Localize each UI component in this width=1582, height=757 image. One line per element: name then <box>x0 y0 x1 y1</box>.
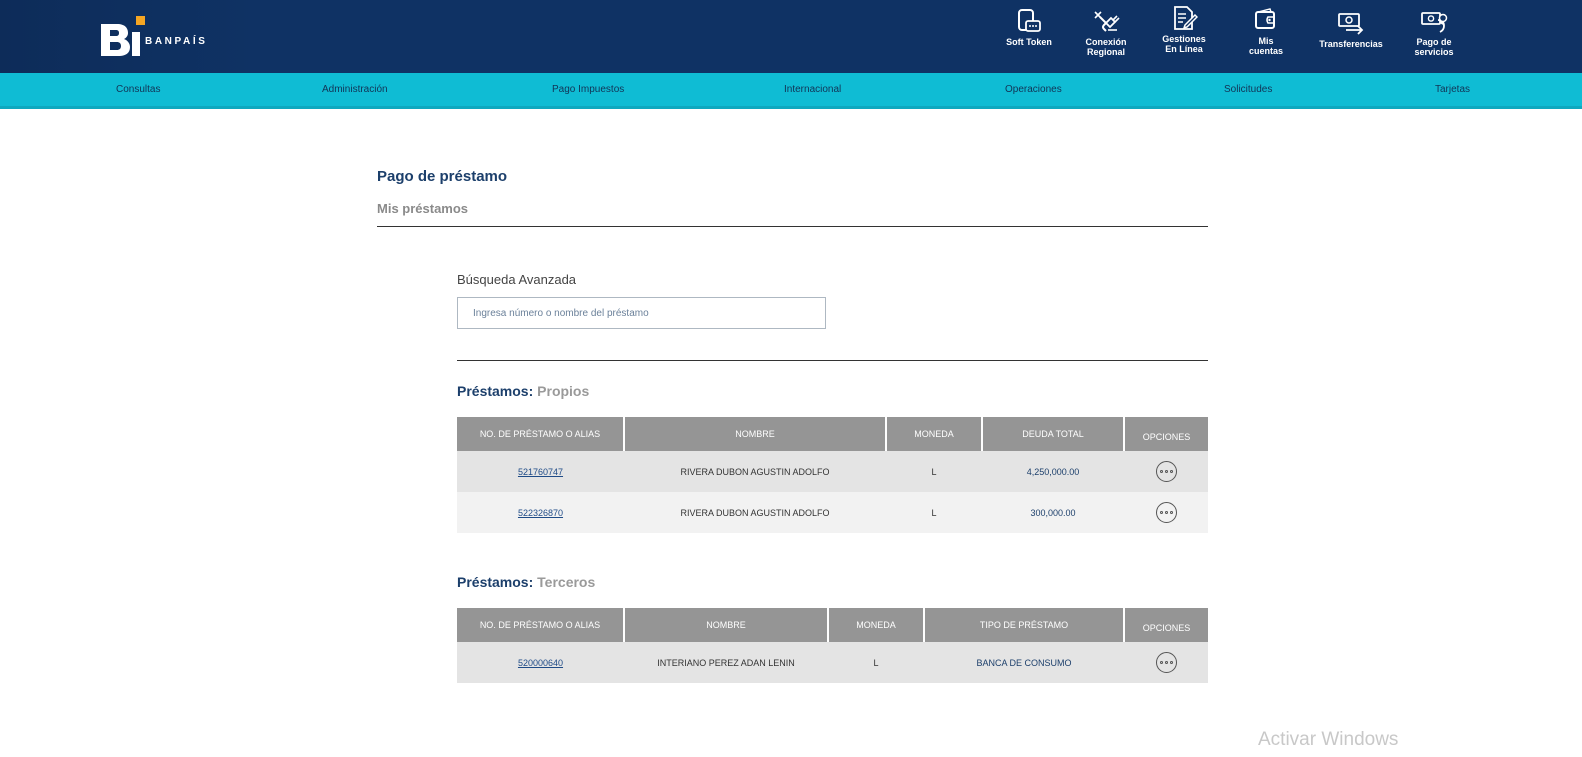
bank-logo[interactable]: BANPAÍS <box>99 15 239 57</box>
section-title-suffix: Propios <box>537 383 590 399</box>
column-header: MONEDA <box>886 417 983 451</box>
search-label: Búsqueda Avanzada <box>457 272 577 287</box>
bank-name: BANPAÍS <box>145 36 208 47</box>
options-menu-icon[interactable] <box>1155 502 1177 523</box>
loan-currency: L <box>828 642 924 683</box>
page-title: Pago de préstamo <box>377 168 508 185</box>
loan-holder-name: RIVERA DUBON AGUSTIN ADOLFO <box>624 492 886 533</box>
top-nav-label: Mis cuentas <box>1248 36 1283 56</box>
third-party-loans-title: Préstamos: Terceros <box>457 574 595 590</box>
top-nav-gestiones-en-linea[interactable]: Gestiones En Línea <box>1158 0 1210 73</box>
loan-search-input[interactable] <box>457 297 826 329</box>
section-title-prefix: Préstamos: <box>457 383 534 399</box>
own-loans-title: Préstamos: Propios <box>457 383 589 399</box>
table-row: 520000640 INTERIANO PEREZ ADAN LENIN L B… <box>457 642 1208 683</box>
third-party-loans-table: NO. DE PRÉSTAMO O ALIAS NOMBRE MONEDA TI… <box>457 608 1208 683</box>
loan-holder-name: RIVERA DUBON AGUSTIN ADOLFO <box>624 451 886 492</box>
column-header: OPCIONES <box>1124 417 1208 451</box>
section-title-suffix: Terceros <box>537 574 596 590</box>
column-header: MONEDA <box>828 608 925 642</box>
table-row: 522326870 RIVERA DUBON AGUSTIN ADOLFO L … <box>457 492 1208 533</box>
plug-icon <box>1094 11 1120 32</box>
bill-pay-icon <box>1421 12 1448 33</box>
column-header: DEUDA TOTAL <box>982 417 1125 451</box>
options-menu-icon[interactable] <box>1155 652 1177 673</box>
top-nav-label: Gestiones En Línea <box>1162 34 1206 54</box>
top-nav-label: Soft Token <box>1006 37 1052 47</box>
main-menu: Consultas Administración Pago Impuestos … <box>0 73 1582 109</box>
column-header: NOMBRE <box>624 608 829 642</box>
loan-number-link[interactable]: 521760747 <box>518 467 563 477</box>
loan-holder-name: INTERIANO PEREZ ADAN LENIN <box>624 642 828 683</box>
top-nav-label: Transferencias <box>1319 39 1383 49</box>
windows-activation-watermark: Activar Windows <box>1258 729 1399 750</box>
phone-token-icon <box>1018 9 1041 32</box>
table-row: 521760747 RIVERA DUBON AGUSTIN ADOLFO L … <box>457 451 1208 492</box>
loan-number-link[interactable]: 522326870 <box>518 508 563 518</box>
divider <box>377 226 1208 227</box>
column-header: TIPO DE PRÉSTAMO <box>924 608 1125 642</box>
menu-item-consultas[interactable]: Consultas <box>116 84 160 95</box>
options-menu-icon[interactable] <box>1155 461 1177 482</box>
column-header: NO. DE PRÉSTAMO O ALIAS <box>457 608 625 642</box>
column-header: NO. DE PRÉSTAMO O ALIAS <box>457 417 625 451</box>
bi-logo-icon <box>101 16 145 56</box>
document-edit-icon <box>1174 6 1198 30</box>
column-header: OPCIONES <box>1124 608 1208 642</box>
menu-item-administracion[interactable]: Administración <box>322 84 388 95</box>
loan-total-debt: 300,000.00 <box>982 492 1124 533</box>
table-header-row: NO. DE PRÉSTAMO O ALIAS NOMBRE MONEDA TI… <box>457 608 1208 642</box>
loan-currency: L <box>886 492 982 533</box>
column-header: NOMBRE <box>624 417 887 451</box>
top-header: BANPAÍS Soft Token Conexión Regional Ges… <box>0 0 1582 73</box>
menu-item-tarjetas[interactable]: Tarjetas <box>1435 84 1470 95</box>
wallet-icon <box>1255 8 1275 29</box>
menu-item-internacional[interactable]: Internacional <box>784 84 841 95</box>
top-nav-mis-cuentas[interactable]: Mis cuentas <box>1240 0 1292 73</box>
loan-total-debt: 4,250,000.00 <box>982 451 1124 492</box>
menu-item-pago-impuestos[interactable]: Pago Impuestos <box>552 84 624 95</box>
own-loans-table: NO. DE PRÉSTAMO O ALIAS NOMBRE MONEDA DE… <box>457 417 1208 533</box>
menu-item-solicitudes[interactable]: Solicitudes <box>1224 84 1272 95</box>
top-nav-conexion-regional[interactable]: Conexión Regional <box>1080 0 1132 73</box>
loan-currency: L <box>886 451 982 492</box>
section-title-prefix: Préstamos: <box>457 574 534 590</box>
loan-number-link[interactable]: 520000640 <box>518 658 563 668</box>
divider <box>457 360 1208 361</box>
top-nav-transferencias[interactable]: Transferencias <box>1313 0 1389 73</box>
table-header-row: NO. DE PRÉSTAMO O ALIAS NOMBRE MONEDA DE… <box>457 417 1208 451</box>
money-transfer-icon <box>1338 13 1364 35</box>
top-nav-label: Pago de servicios <box>1414 37 1454 57</box>
top-nav-label: Conexión Regional <box>1085 37 1127 57</box>
top-nav-soft-token[interactable]: Soft Token <box>1003 0 1055 73</box>
page-subtitle: Mis préstamos <box>377 201 469 216</box>
top-nav-pago-de-servicios[interactable]: Pago de servicios <box>1408 0 1460 73</box>
menu-item-operaciones[interactable]: Operaciones <box>1005 84 1062 95</box>
loan-type: BANCA DE CONSUMO <box>924 642 1124 683</box>
